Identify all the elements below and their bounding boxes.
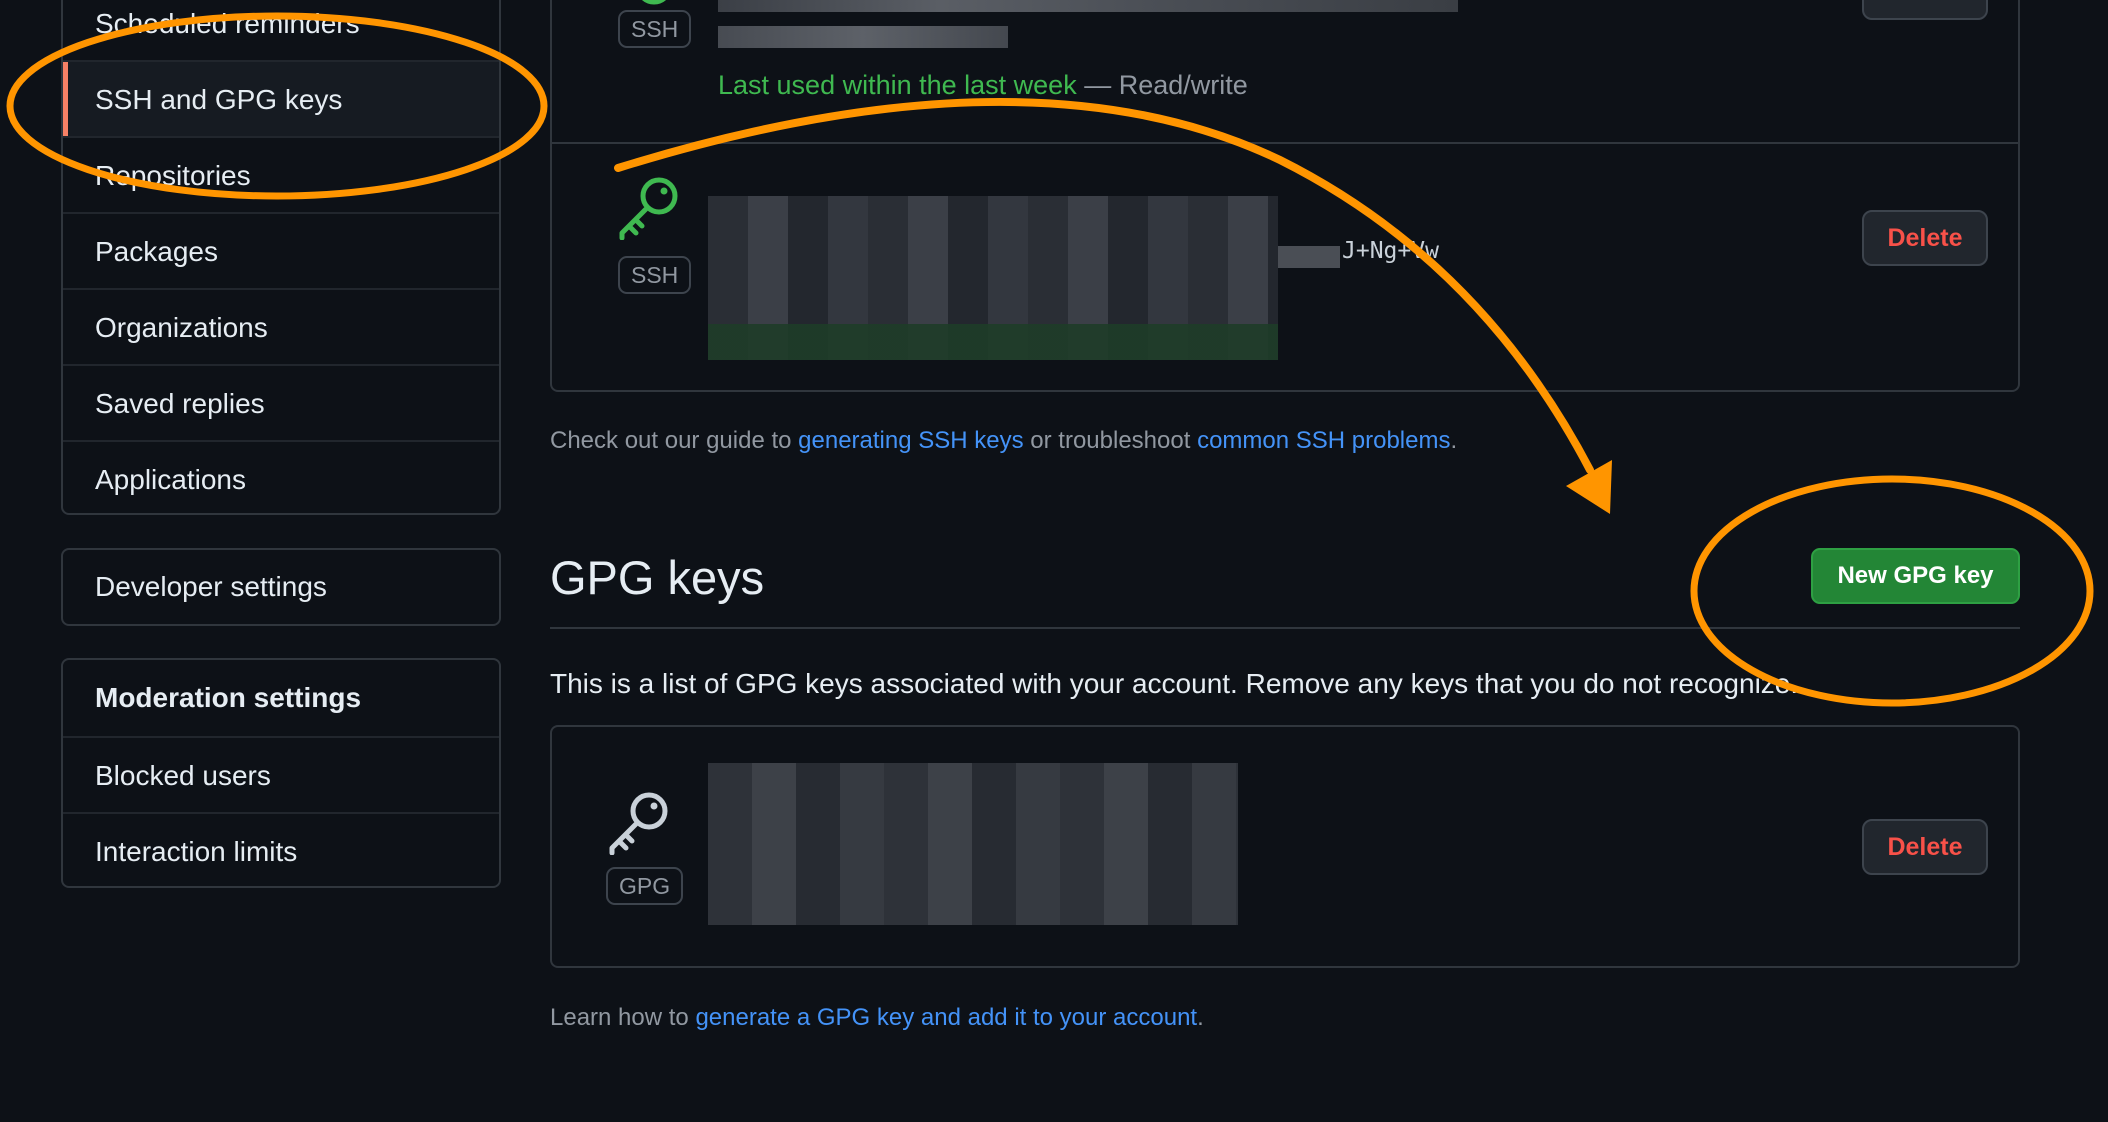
learn-suffix: . [1197,1004,1204,1031]
sidebar-item-blocked-users[interactable]: Blocked users [63,736,499,812]
moderation-settings-group: Moderation settings Blocked users Intera… [61,658,501,888]
ssh-key-row: SSH J+Ng+Vw Delete [552,146,2018,390]
moderation-heading-label: Moderation settings [95,682,362,713]
gpg-description: This is a list of GPG keys associated wi… [550,668,1799,699]
moderation-settings-heading: Moderation settings [63,660,499,736]
key-usage-line: Last used within the last week — Read/wr… [718,70,1248,101]
sidebar-item-scheduled-reminders[interactable]: Scheduled reminders [63,0,499,60]
ssh-key-row: SSH Last used within the last week — Rea… [552,0,2018,144]
sidebar-item-label: SSH and GPG keys [95,84,343,115]
sidebar-item-label: Repositories [95,160,251,191]
learn-prefix: Learn how to [550,1004,696,1031]
sidebar-item-developer-settings[interactable]: Developer settings [63,550,499,624]
sidebar-item-ssh-gpg-keys[interactable]: SSH and GPG keys [63,60,499,136]
sidebar-item-repositories[interactable]: Repositories [63,136,499,212]
redacted-fingerprint [1278,246,1340,268]
redacted-key-date [718,26,1008,48]
guide-prefix: Check out our guide to [550,427,799,454]
delete-ssh-key-button[interactable]: Delete [1862,210,1988,266]
sidebar-item-label: Interaction limits [95,836,298,867]
gpg-keys-list: GPG Delete [550,725,2020,968]
new-gpg-key-button[interactable]: New GPG key [1811,548,2020,604]
key-icon [619,177,678,240]
common-ssh-problems-link[interactable]: common SSH problems [1197,427,1450,454]
redacted-key-title [718,0,1458,12]
last-used-text: Last used within the last week [718,70,1077,100]
guide-suffix: . [1450,427,1458,454]
sidebar-item-label: Scheduled reminders [95,8,360,39]
fingerprint-tail: J+Ng+Vw [1342,238,1439,264]
sidebar-item-saved-replies[interactable]: Saved replies [63,364,499,440]
developer-settings-group: Developer settings [61,548,501,626]
sidebar-item-applications[interactable]: Applications [63,440,499,513]
sidebar-item-label: Saved replies [95,388,265,419]
access-text: — Read/write [1076,70,1248,100]
sidebar-item-label: Packages [95,236,218,267]
sidebar-item-label: Applications [95,464,246,495]
gpg-learn-text: Learn how to generate a GPG key and add … [550,1004,1204,1032]
sidebar-item-label: Blocked users [95,760,271,791]
guide-middle: or troubleshoot [1023,427,1198,454]
sidebar-item-organizations[interactable]: Organizations [63,288,499,364]
sidebar-item-packages[interactable]: Packages [63,212,499,288]
sidebar-item-interaction-limits[interactable]: Interaction limits [63,812,499,886]
annotation-arrow-head [1566,460,1612,514]
generating-ssh-keys-link[interactable]: generating SSH keys [798,427,1023,454]
gpg-section-divider [550,627,2020,629]
redacted-gpg-key-details [708,763,1238,925]
sidebar-item-label: Organizations [95,312,268,343]
ssh-badge: SSH [618,256,692,294]
ssh-badge: SSH [618,10,692,48]
sidebar-item-label: Developer settings [95,571,327,602]
redacted-key-details [708,196,1278,360]
gpg-badge: GPG [606,867,684,905]
delete-ssh-key-button[interactable]: Delete [1862,0,1988,20]
generate-gpg-key-link[interactable]: generate a GPG key and add it to your ac… [695,1004,1197,1031]
gpg-section-title: GPG keys [550,551,765,604]
ssh-keys-list: SSH Last used within the last week — Rea… [550,0,2020,392]
ssh-guide-text: Check out our guide to generating SSH ke… [550,427,1457,455]
key-icon [609,792,668,855]
settings-nav-group: Scheduled reminders SSH and GPG keys Rep… [61,0,501,515]
delete-gpg-key-button[interactable]: Delete [1862,819,1988,875]
